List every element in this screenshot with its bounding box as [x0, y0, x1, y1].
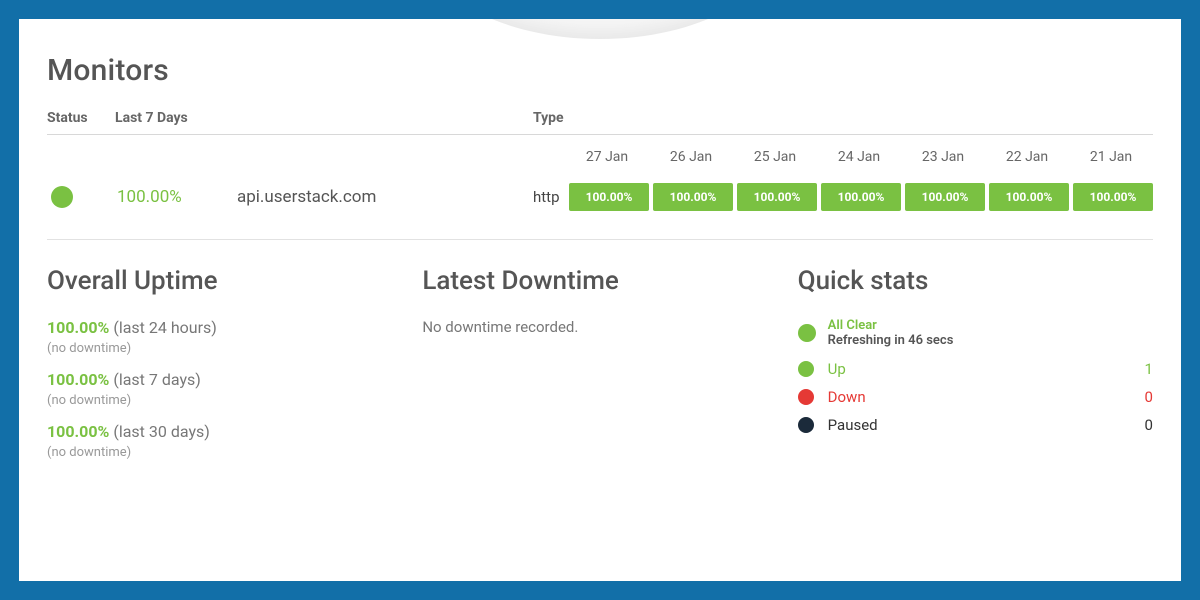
- down-count: 0: [1145, 388, 1153, 406]
- uptime-24h: 100.00% (last 24 hours): [47, 318, 402, 337]
- section-divider: [47, 239, 1153, 240]
- header-last7: Last 7 Days: [115, 110, 533, 126]
- up-dot-icon: [798, 361, 814, 377]
- monitor-name[interactable]: api.userstack.com: [237, 187, 533, 207]
- latest-downtime-title: Latest Downtime: [422, 266, 777, 296]
- up-label: Up: [828, 360, 1131, 378]
- paused-label: Paused: [828, 416, 1131, 434]
- uptime-note: (no downtime): [47, 393, 402, 408]
- monitors-table-header: Status Last 7 Days Type: [47, 110, 1153, 135]
- all-clear-icon: [798, 324, 816, 342]
- dates-row: 27 Jan 26 Jan 25 Jan 24 Jan 23 Jan 22 Ja…: [47, 149, 1153, 165]
- date-cell: 25 Jan: [733, 149, 817, 165]
- day-uptime-pill: 100.00%: [737, 183, 817, 211]
- quick-stats-up-row: Up 1: [798, 360, 1153, 378]
- monitor-type-column: http 100.00% 100.00% 100.00% 100.00% 100…: [533, 183, 1153, 211]
- day-uptime-pill: 100.00%: [821, 183, 901, 211]
- downtime-message: No downtime recorded.: [422, 318, 777, 336]
- uptime-30d: 100.00% (last 30 days): [47, 422, 402, 441]
- monitor-uptime: 100.00%: [117, 187, 227, 207]
- uptime-range: (last 30 days): [113, 422, 210, 441]
- quick-stats-section: Quick stats All Clear Refreshing in 46 s…: [798, 266, 1153, 474]
- uptime-7d: 100.00% (last 7 days): [47, 370, 402, 389]
- quick-stats-paused-row: Paused 0: [798, 416, 1153, 434]
- paused-dot-icon: [798, 417, 814, 433]
- monitor-row[interactable]: 100.00% api.userstack.com http 100.00% 1…: [47, 183, 1153, 211]
- up-count: 1: [1145, 360, 1153, 378]
- day-uptime-pill: 100.00%: [905, 183, 985, 211]
- date-cell: 26 Jan: [649, 149, 733, 165]
- day-uptime-pill: 100.00%: [653, 183, 733, 211]
- down-label: Down: [828, 388, 1131, 406]
- uptime-note: (no downtime): [47, 445, 402, 460]
- decorative-arc: [420, 19, 780, 39]
- refresh-countdown: Refreshing in 46 secs: [828, 333, 954, 348]
- page-title: Monitors: [47, 53, 1153, 88]
- day-uptime-pill: 100.00%: [989, 183, 1069, 211]
- day-uptime-pill: 100.00%: [1073, 183, 1153, 211]
- header-status: Status: [47, 110, 115, 126]
- date-cell: 22 Jan: [985, 149, 1069, 165]
- quick-stats-status: All Clear Refreshing in 46 secs: [798, 318, 1153, 348]
- date-cell: 24 Jan: [817, 149, 901, 165]
- overall-uptime-title: Overall Uptime: [47, 266, 402, 296]
- daily-uptime-pills: 100.00% 100.00% 100.00% 100.00% 100.00% …: [569, 183, 1153, 211]
- down-dot-icon: [798, 389, 814, 405]
- quick-stats-title: Quick stats: [798, 266, 1153, 296]
- date-cell: 27 Jan: [565, 149, 649, 165]
- all-clear-label: All Clear: [828, 318, 954, 333]
- latest-downtime-section: Latest Downtime No downtime recorded.: [422, 266, 777, 474]
- uptime-range: (last 24 hours): [113, 318, 217, 337]
- overall-uptime-section: Overall Uptime 100.00% (last 24 hours) (…: [47, 266, 402, 474]
- monitor-type: http: [533, 188, 569, 206]
- dashboard-panel: Monitors Status Last 7 Days Type 27 Jan …: [19, 19, 1181, 581]
- quick-stats-status-text: All Clear Refreshing in 46 secs: [828, 318, 954, 348]
- date-cell: 23 Jan: [901, 149, 985, 165]
- paused-count: 0: [1145, 416, 1153, 434]
- quick-stats-down-row: Down 0: [798, 388, 1153, 406]
- uptime-pct: 100.00%: [47, 318, 109, 337]
- date-cell: 21 Jan: [1069, 149, 1153, 165]
- status-up-icon: [51, 186, 73, 208]
- uptime-pct: 100.00%: [47, 370, 109, 389]
- day-uptime-pill: 100.00%: [569, 183, 649, 211]
- uptime-pct: 100.00%: [47, 422, 109, 441]
- uptime-note: (no downtime): [47, 341, 402, 356]
- header-type: Type: [533, 110, 1153, 126]
- uptime-range: (last 7 days): [113, 370, 201, 389]
- stats-columns: Overall Uptime 100.00% (last 24 hours) (…: [47, 266, 1153, 474]
